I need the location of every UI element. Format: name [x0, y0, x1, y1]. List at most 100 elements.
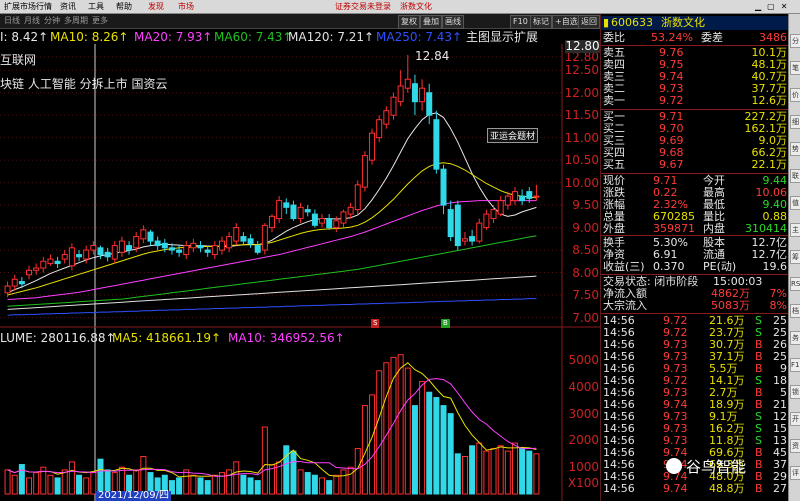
- candle-body[interactable]: [526, 191, 533, 199]
- menu-item-help[interactable]: 帮助: [116, 1, 132, 12]
- menu-item-news[interactable]: 资讯: [60, 1, 76, 12]
- candle-body[interactable]: [497, 200, 504, 215]
- volume-bar[interactable]: [297, 469, 304, 495]
- candle-body[interactable]: [168, 247, 175, 251]
- volume-bar[interactable]: [504, 450, 511, 495]
- sidebar-button[interactable]: 主: [790, 223, 800, 237]
- sidebar-button[interactable]: 资: [790, 439, 800, 453]
- sidebar-button[interactable]: 联: [790, 169, 800, 183]
- candle-body[interactable]: [111, 245, 118, 260]
- candle-body[interactable]: [404, 78, 411, 89]
- sidebar-button[interactable]: 势: [790, 142, 800, 156]
- toolbar-minute[interactable]: 分钟: [44, 15, 60, 27]
- candle-body[interactable]: [376, 119, 383, 139]
- volume-bar[interactable]: [369, 394, 376, 495]
- candle-body[interactable]: [176, 249, 183, 253]
- menu-item-tools[interactable]: 工具: [88, 1, 104, 12]
- candle-body[interactable]: [297, 206, 304, 220]
- volume-bar[interactable]: [54, 477, 61, 495]
- menu-item-discover[interactable]: 发现: [148, 1, 164, 12]
- candle-body[interactable]: [397, 85, 404, 103]
- volume-bar[interactable]: [511, 442, 518, 495]
- volume-bar[interactable]: [483, 450, 490, 495]
- volume-bar[interactable]: [404, 367, 411, 495]
- candle-body[interactable]: [504, 195, 511, 206]
- volume-bar[interactable]: [519, 447, 526, 495]
- candle-body[interactable]: [190, 242, 197, 249]
- candle-body[interactable]: [54, 260, 61, 265]
- candle-body[interactable]: [340, 211, 347, 224]
- candle-body[interactable]: [304, 209, 311, 213]
- volume-bar[interactable]: [347, 466, 354, 495]
- toolbar-overlay[interactable]: 叠加: [420, 15, 442, 29]
- sidebar-button[interactable]: 细: [790, 115, 800, 129]
- candle-body[interactable]: [511, 191, 518, 202]
- main-chart-extension[interactable]: 主图显示扩展: [466, 29, 538, 45]
- candle-body[interactable]: [419, 87, 426, 103]
- login-status[interactable]: 证券交易未登录: [335, 1, 391, 12]
- volume-bar[interactable]: [476, 442, 483, 495]
- candle-body[interactable]: [33, 267, 40, 271]
- candle-body[interactable]: [361, 155, 368, 188]
- candle-body[interactable]: [126, 245, 133, 251]
- toolbar-daily[interactable]: 日线: [4, 15, 20, 27]
- toolbar-add-watchlist[interactable]: +自选: [552, 15, 581, 29]
- volume-bar[interactable]: [533, 453, 540, 495]
- volume-bar[interactable]: [383, 362, 390, 495]
- volume-bar[interactable]: [211, 474, 218, 495]
- volume-bar[interactable]: [47, 474, 54, 495]
- candle-body[interactable]: [519, 195, 526, 202]
- volume-bar[interactable]: [354, 447, 361, 495]
- toolbar-back[interactable]: 返回: [578, 15, 600, 29]
- sidebar-button[interactable]: 值: [790, 196, 800, 210]
- candle-body[interactable]: [4, 285, 11, 294]
- candle-body[interactable]: [454, 204, 461, 247]
- volume-bar[interactable]: [254, 480, 261, 495]
- volume-bar[interactable]: [97, 458, 104, 495]
- volume-bar[interactable]: [497, 445, 504, 495]
- toolbar-draw[interactable]: 画线: [442, 15, 464, 29]
- candle-body[interactable]: [268, 215, 276, 229]
- candle-body[interactable]: [483, 213, 490, 229]
- candle-body[interactable]: [68, 247, 75, 267]
- volume-bar[interactable]: [183, 469, 190, 495]
- volume-bar[interactable]: [469, 445, 476, 495]
- candle-body[interactable]: [83, 249, 90, 260]
- sidebar-button[interactable]: 务: [790, 331, 800, 345]
- volume-bar[interactable]: [11, 474, 18, 495]
- volume-bar[interactable]: [419, 381, 426, 495]
- candle-body[interactable]: [347, 206, 354, 215]
- candle-body[interactable]: [97, 247, 104, 256]
- candle-body[interactable]: [247, 238, 254, 244]
- volume-bar[interactable]: [411, 405, 418, 495]
- volume-bar[interactable]: [226, 469, 233, 495]
- candle-body[interactable]: [47, 258, 54, 265]
- volume-bar[interactable]: [454, 453, 461, 495]
- volume-bar[interactable]: [261, 426, 268, 495]
- candle-body[interactable]: [411, 83, 418, 103]
- candle-body[interactable]: [211, 245, 218, 256]
- candle-body[interactable]: [104, 251, 111, 258]
- candle-body[interactable]: [283, 202, 290, 208]
- volume-bar[interactable]: [140, 456, 147, 495]
- candle-body[interactable]: [61, 254, 68, 260]
- volume-bar[interactable]: [526, 450, 533, 495]
- volume-bar[interactable]: [333, 474, 340, 495]
- candle-body[interactable]: [469, 236, 476, 242]
- volume-bar[interactable]: [461, 456, 468, 495]
- candle-body[interactable]: [383, 110, 390, 125]
- candle-body[interactable]: [533, 195, 540, 198]
- toolbar-mark[interactable]: 标记: [530, 15, 552, 29]
- candle-body[interactable]: [319, 218, 326, 224]
- candle-body[interactable]: [333, 220, 340, 229]
- menu-item-extended-market[interactable]: 扩展市场行情: [4, 1, 52, 12]
- candle-body[interactable]: [369, 132, 376, 161]
- candle-body[interactable]: [226, 236, 233, 249]
- candle-body[interactable]: [447, 209, 454, 238]
- candle-body[interactable]: [290, 204, 297, 220]
- kline-chart[interactable]: [0, 44, 600, 501]
- candle-body[interactable]: [240, 236, 247, 242]
- volume-bar[interactable]: [319, 477, 326, 495]
- volume-bar[interactable]: [190, 474, 197, 495]
- volume-bar[interactable]: [311, 474, 318, 495]
